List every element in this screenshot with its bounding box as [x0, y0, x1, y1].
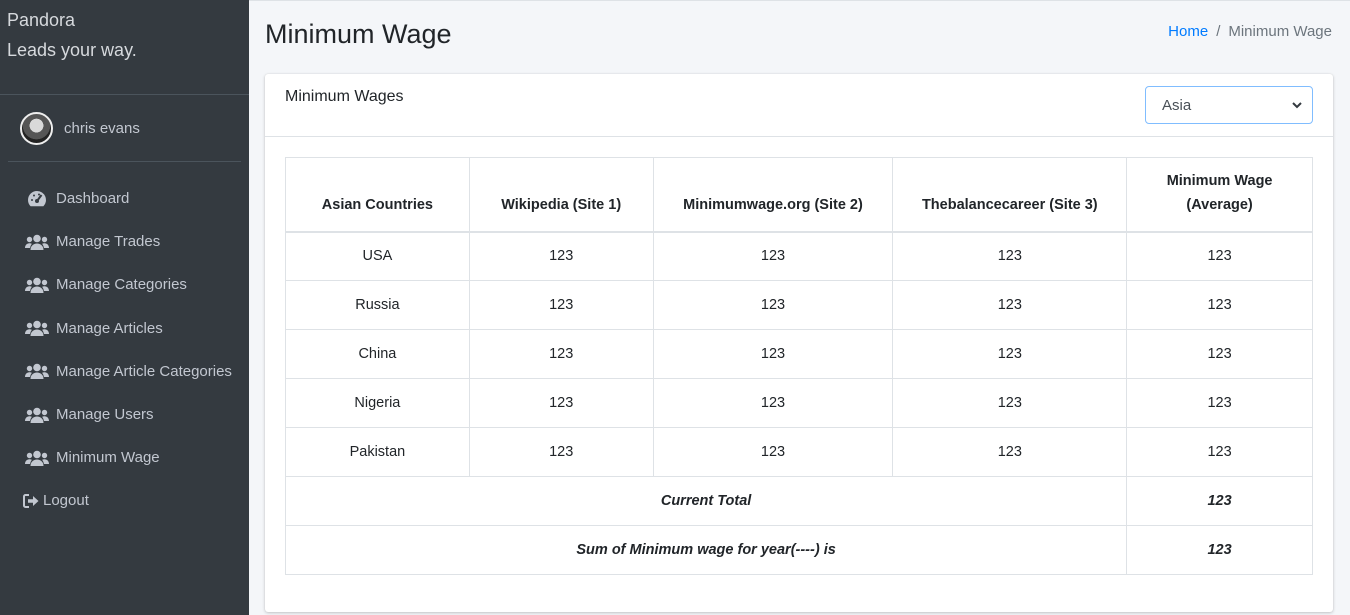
- table-row: Pakistan 123 123 123 123: [285, 427, 1313, 477]
- sidebar-nav: Dashboard Manage Trades Manage Categorie…: [0, 177, 249, 523]
- column-header-site1: Wikipedia (Site 1): [468, 157, 654, 233]
- column-header-site3: Thebalancecareer (Site 3): [892, 157, 1128, 233]
- site1-cell: 123: [468, 231, 654, 281]
- site2-cell: 123: [652, 280, 894, 330]
- site2-cell: 123: [652, 378, 894, 428]
- site2-cell: 123: [652, 427, 894, 477]
- year-sum-label: Sum of Minimum wage for year(----) is: [284, 525, 1128, 575]
- brand-tagline: Leads your way.: [7, 40, 137, 60]
- site3-cell: 123: [892, 378, 1128, 428]
- breadcrumb-separator: /: [1216, 23, 1221, 40]
- table-row: China 123 123 123 123: [285, 329, 1313, 379]
- users-icon: [25, 320, 49, 337]
- users-icon: [25, 277, 49, 293]
- main-content: Minimum Wage Home / Minimum Wage Minimum W…: [249, 0, 1350, 615]
- site3-cell: 123: [892, 280, 1128, 330]
- chevron-down-icon: [1290, 98, 1304, 112]
- sidebar-item-manage-users[interactable]: Manage Users: [0, 393, 249, 436]
- site1-cell: 123: [468, 378, 654, 428]
- sidebar-item-label: Manage Trades: [56, 233, 161, 251]
- current-total-label: Current Total: [284, 476, 1128, 526]
- region-select[interactable]: Asia: [1145, 86, 1313, 124]
- country-cell: China: [285, 329, 470, 379]
- country-cell: Pakistan: [285, 427, 470, 477]
- sidebar-item-label: Manage Articles: [56, 319, 163, 337]
- sidebar-item-dashboard[interactable]: Dashboard: [0, 177, 249, 220]
- country-cell: USA: [285, 231, 470, 281]
- column-header-average-line2: (Average): [1186, 196, 1253, 213]
- column-header-average-line1: Minimum Wage: [1166, 172, 1273, 189]
- sidebar: Pandora Leads your way. chris evans Dash…: [0, 0, 249, 615]
- breadcrumb-current: Minimum Wage: [1228, 23, 1332, 40]
- table-row: Nigeria 123 123 123 123: [285, 378, 1313, 428]
- site3-cell: 123: [892, 427, 1128, 477]
- table-row: Russia 123 123 123 123: [285, 280, 1313, 330]
- user-panel[interactable]: chris evans: [8, 95, 241, 162]
- column-header-site2: Minimumwage.org (Site 2): [652, 157, 894, 233]
- year-sum-row: Sum of Minimum wage for year(----) is 12…: [284, 525, 1313, 575]
- average-cell: 123: [1126, 427, 1313, 477]
- avatar[interactable]: [20, 111, 53, 145]
- breadcrumb: Home / Minimum Wage: [1168, 23, 1332, 40]
- sidebar-item-manage-articles[interactable]: Manage Articles: [0, 307, 249, 350]
- column-header-country: Asian Countries: [285, 157, 470, 233]
- site1-cell: 123: [468, 427, 654, 477]
- average-cell: 123: [1126, 231, 1313, 281]
- sidebar-item-label: Logout: [43, 492, 89, 510]
- tachometer-icon: [25, 190, 49, 207]
- users-icon: [25, 407, 49, 423]
- minimum-wages-card: Minimum Wages Asia Asian Countries Wikip…: [265, 74, 1333, 612]
- sign-out-icon: [22, 493, 40, 509]
- breadcrumb-home-link[interactable]: Home: [1168, 23, 1208, 40]
- sidebar-item-label: Dashboard: [56, 190, 130, 208]
- sidebar-item-manage-categories[interactable]: Manage Categories: [0, 263, 249, 306]
- card-title: Minimum Wages: [285, 88, 404, 105]
- table-header: Asian Countries Wikipedia (Site 1) Minim…: [285, 157, 1313, 233]
- sidebar-item-label: Minimum Wage: [56, 449, 160, 467]
- site2-cell: 123: [652, 329, 894, 379]
- minimum-wage-table: Asian Countries Wikipedia (Site 1) Minim…: [284, 157, 1313, 575]
- brand[interactable]: Pandora Leads your way.: [0, 0, 249, 95]
- sidebar-item-label: Manage Article Categories: [56, 362, 232, 380]
- site3-cell: 123: [892, 231, 1128, 281]
- sidebar-item-label: Manage Users: [56, 406, 154, 424]
- users-icon: [25, 363, 49, 380]
- site1-cell: 123: [468, 329, 654, 379]
- brand-title[interactable]: Pandora: [7, 8, 242, 32]
- table-row: USA 123 123 123 123: [285, 231, 1313, 281]
- country-cell: Nigeria: [285, 378, 470, 428]
- column-header-average: Minimum Wage (Average): [1126, 157, 1313, 233]
- page-title: Minimum Wage: [265, 19, 452, 49]
- sidebar-item-label: Manage Categories: [56, 276, 187, 294]
- card-header: Minimum Wages Asia: [265, 74, 1333, 137]
- year-sum-value: 123: [1126, 525, 1313, 575]
- site2-cell: 123: [652, 231, 894, 281]
- sidebar-item-manage-trades[interactable]: Manage Trades: [0, 220, 249, 263]
- country-cell: Russia: [285, 280, 470, 330]
- sidebar-item-minimum-wage[interactable]: Minimum Wage: [0, 436, 249, 479]
- sidebar-item-manage-article-categories[interactable]: Manage Article Categories: [0, 350, 249, 393]
- average-cell: 123: [1126, 329, 1313, 379]
- current-total-row: Current Total 123: [284, 476, 1313, 526]
- region-select-value: Asia: [1162, 96, 1192, 114]
- average-cell: 123: [1126, 378, 1313, 428]
- user-name[interactable]: chris evans: [64, 120, 140, 137]
- users-icon: [25, 450, 49, 466]
- site1-cell: 123: [468, 280, 654, 330]
- users-icon: [25, 234, 49, 250]
- average-cell: 123: [1126, 280, 1313, 330]
- current-total-value: 123: [1126, 476, 1313, 526]
- site3-cell: 123: [892, 329, 1128, 379]
- sidebar-item-logout[interactable]: Logout: [0, 479, 249, 522]
